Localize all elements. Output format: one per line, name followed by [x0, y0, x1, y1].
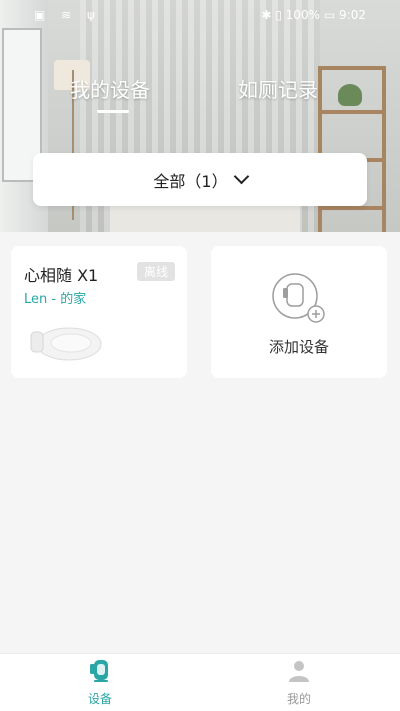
add-device-card[interactable]: 添加设备 [211, 246, 387, 378]
top-tabs: 我的设备 如厕记录 [0, 74, 400, 124]
tab-my-devices[interactable]: 我的设备 [70, 74, 150, 103]
bottom-navigation: 设备 我的 [0, 653, 400, 711]
status-badge: 离线 [136, 262, 175, 281]
nav-mine[interactable]: 我的 [259, 658, 339, 707]
nav-mine-label: 我的 [286, 692, 311, 706]
active-tab-indicator [97, 110, 129, 113]
chevron-down-icon [233, 168, 249, 185]
device-home: Len - 的家 [24, 292, 87, 307]
device-filter-dropdown[interactable]: 全部（1） [33, 153, 367, 206]
device-card[interactable]: 心相随 X1 离线 Len - 的家 [11, 246, 187, 378]
device-icon [90, 660, 108, 682]
nav-devices[interactable]: 设备 [60, 658, 140, 707]
status-bar: ▣ ≋ ψ ✱ ▯ 100% ▭ 9:02 [0, 0, 400, 32]
device-name: 心相随 X1 [24, 266, 99, 285]
status-left-icons: ▣ ≋ ψ [34, 8, 101, 22]
add-device-label: 添加设备 [268, 338, 329, 356]
add-device-icon [272, 273, 325, 323]
tab-toilet-records[interactable]: 如厕记录 [238, 74, 318, 103]
person-icon [289, 661, 309, 682]
filter-label: 全部（1） [153, 171, 228, 191]
status-right-info: ✱ ▯ 100% ▭ 9:02 [261, 8, 366, 22]
nav-devices-label: 设备 [87, 692, 112, 706]
toilet-seat-image [30, 327, 102, 361]
